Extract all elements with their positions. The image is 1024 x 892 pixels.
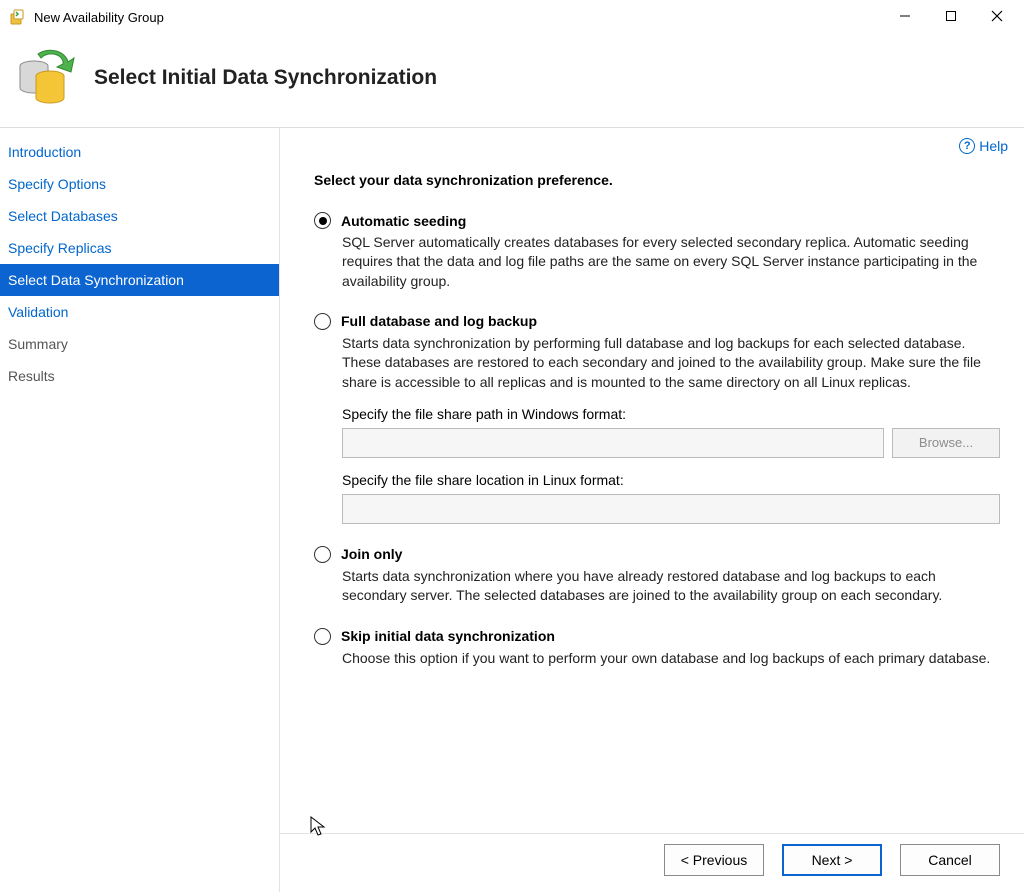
option-title-full: Full database and log backup <box>341 313 537 329</box>
help-icon: ? <box>959 138 975 154</box>
window-title: New Availability Group <box>34 10 882 25</box>
browse-button[interactable]: Browse... <box>892 428 1000 458</box>
option-desc-join: Starts data synchronization where you ha… <box>342 567 1000 606</box>
option-title-auto: Automatic seeding <box>341 213 466 229</box>
label-linux-path: Specify the file share location in Linux… <box>342 472 1000 488</box>
app-icon <box>10 9 26 25</box>
nav-results[interactable]: Results <box>0 360 279 392</box>
instruction-text: Select your data synchronization prefere… <box>314 172 1000 188</box>
nav-introduction[interactable]: Introduction <box>0 136 279 168</box>
maximize-button[interactable] <box>928 0 974 32</box>
help-label: Help <box>979 138 1008 154</box>
label-win-path: Specify the file share path in Windows f… <box>342 406 1000 422</box>
database-refresh-icon <box>14 46 76 109</box>
option-desc-full: Starts data synchronization by performin… <box>342 334 1000 392</box>
input-linux-share-path[interactable] <box>342 494 1000 524</box>
radio-join-only[interactable] <box>314 546 331 563</box>
wizard-steps-nav: Introduction Specify Options Select Data… <box>0 128 280 892</box>
nav-specify-replicas[interactable]: Specify Replicas <box>0 232 279 264</box>
cancel-button[interactable]: Cancel <box>900 844 1000 876</box>
radio-full-backup[interactable] <box>314 313 331 330</box>
input-windows-share-path[interactable] <box>342 428 884 458</box>
option-title-skip: Skip initial data synchronization <box>341 628 555 644</box>
page-title: Select Initial Data Synchronization <box>94 66 437 90</box>
nav-select-data-sync[interactable]: Select Data Synchronization <box>0 264 279 296</box>
previous-button[interactable]: < Previous <box>664 844 764 876</box>
minimize-button[interactable] <box>882 0 928 32</box>
option-title-join: Join only <box>341 546 402 562</box>
radio-automatic-seeding[interactable] <box>314 212 331 229</box>
nav-summary[interactable]: Summary <box>0 328 279 360</box>
nav-validation[interactable]: Validation <box>0 296 279 328</box>
next-button[interactable]: Next > <box>782 844 882 876</box>
help-link[interactable]: ? Help <box>959 138 1008 154</box>
nav-select-databases[interactable]: Select Databases <box>0 200 279 232</box>
option-desc-skip: Choose this option if you want to perfor… <box>342 649 1000 668</box>
nav-specify-options[interactable]: Specify Options <box>0 168 279 200</box>
close-button[interactable] <box>974 0 1020 32</box>
option-desc-auto: SQL Server automatically creates databas… <box>342 233 1000 291</box>
radio-skip-sync[interactable] <box>314 628 331 645</box>
